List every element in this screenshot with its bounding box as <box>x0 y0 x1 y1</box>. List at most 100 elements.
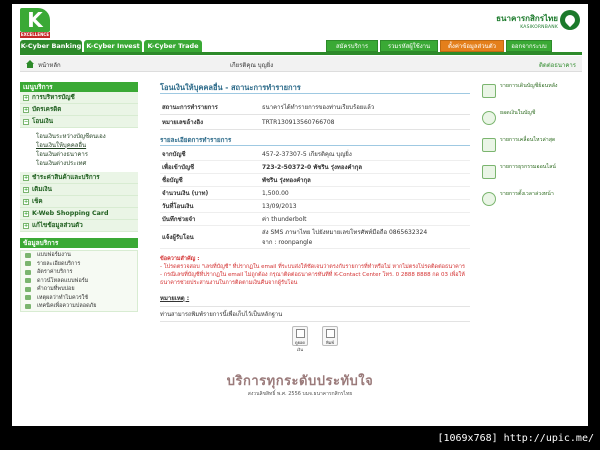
ref-value: TRTR130913560766708 <box>260 114 470 130</box>
quick-link-online[interactable]: รายการธุรกรรมออนไลน์ <box>482 163 582 185</box>
info-link-details[interactable]: รายละเอียดบริการ <box>21 260 137 269</box>
sidebar-item-k-web-shopping[interactable]: + K-Web Shopping Card <box>20 208 138 220</box>
view-balance-label: ดูยอดเงิน <box>295 340 305 352</box>
sidebar-item-label: เติมเงิน <box>32 186 52 193</box>
home-icon[interactable] <box>26 60 34 68</box>
sidebar-item-label: เช็ค <box>32 198 43 205</box>
status-label: สถานะการทำรายการ <box>160 100 260 115</box>
quick-link-statement[interactable]: รายการเดินบัญชีย้อนหลัง <box>482 82 582 104</box>
from-account-label: จากบัญชี <box>160 148 260 161</box>
page-title: โอนเงินให้บุคคลอื่น - สถานะการทำรายการ <box>160 82 470 94</box>
memo-label: บันทึกช่วยจำ <box>160 212 260 226</box>
info-link-label: เทคนิคเพื่อความปลอดภัย <box>37 303 97 309</box>
expand-icon: + <box>23 175 29 181</box>
table-row: แจ้งผู้รับโอน ส่ง SMS ภาษาไทย ไปยังหมายเ… <box>160 225 470 249</box>
view-balance-button[interactable]: ดูยอดเงิน <box>292 326 308 352</box>
info-link-fees[interactable]: อัตราค่าบริการ <box>21 268 137 277</box>
remark-text: ท่านสามารถพิมพ์รายการนี้เพื่อเก็บไว้เป็น… <box>160 306 470 322</box>
quick-link-label: รายการเคลื่อนไหวล่าสุด <box>500 137 556 143</box>
notify-from: จาก : roonpangle <box>262 239 313 246</box>
main-content: โอนเงินให้บุคคลอื่น - สถานะการทำรายการ ส… <box>160 82 470 322</box>
sidebar-subitem-own-account[interactable]: โอนเงินระหว่างบัญชีตนเอง <box>20 132 138 141</box>
quick-link-label: ยอดเงินในบัญชี <box>500 110 536 116</box>
sidebar-item-label: การบริหารบัญชี <box>32 94 75 101</box>
transfer-date-label: วันที่โอนเงิน <box>160 199 260 213</box>
left-sidebar: เมนูบริการ + การบริหารบัญชี + บัตรเครดิต −… <box>20 82 138 312</box>
sub-bar: หน้าหลัก เกียรติคุณ บุญยิ่ง ติดต่อธนาคาร <box>20 56 582 72</box>
expand-icon: + <box>23 187 29 193</box>
kbank-excellence-logo[interactable]: K EXCELLENCE <box>20 8 50 38</box>
sidebar-item-edit-profile[interactable]: + แก้ไขข้อมูลส่วนตัว <box>20 220 138 232</box>
detail-section-title: รายละเอียดการทำรายการ <box>160 136 470 146</box>
bank-page: K EXCELLENCE ธนาคารกสิกรไทย KASIKORNBANK… <box>12 4 588 426</box>
calendar-icon <box>482 84 496 98</box>
table-row: บันทึกช่วยจำ ค่า thunderbolt <box>160 212 470 226</box>
info-icon <box>25 261 31 266</box>
collapse-icon: − <box>23 119 29 125</box>
magnifier-icon <box>296 329 305 338</box>
info-link-form[interactable]: แบบฟอร์มงาน <box>21 251 137 260</box>
tab-k-cyber-banking[interactable]: K-Cyber Banking <box>20 40 82 52</box>
sidebar-item-credit-card[interactable]: + บัตรเครดิต <box>20 104 138 116</box>
print-button[interactable]: พิมพ์ <box>322 326 338 346</box>
sidebar-item-label: ชำระค่าสินค้าและบริการ <box>32 174 100 181</box>
notes-heading: ข้อความสำคัญ : <box>160 256 200 262</box>
bank-name-en: KASIKORNBANK <box>520 25 558 30</box>
sidebar-item-top-up[interactable]: + เติมเงิน <box>20 184 138 196</box>
contact-bank-link[interactable]: ติดต่อธนาคาร <box>539 60 576 70</box>
account-name-label: ชื่อบัญชี <box>160 173 260 187</box>
notify-value: ส่ง SMS ภาษาไทย ไปยังหมายเลขโทรศัพท์มือถ… <box>260 225 470 249</box>
memo-value: ค่า thunderbolt <box>260 212 470 226</box>
sidebar-item-cheque[interactable]: + เช็ค <box>20 196 138 208</box>
sidebar-item-label: โอนเงิน <box>32 118 53 125</box>
table-row: ชื่อบัญชี พัชริน รุ่งทองคำกุล <box>160 173 470 187</box>
bank-name: ธนาคารกสิกรไทย KASIKORNBANK <box>488 12 558 30</box>
quick-link-balance[interactable]: ยอดเงินในบัญชี <box>482 109 582 131</box>
lock-icon <box>25 303 31 309</box>
quick-link-scheduled[interactable]: รายการตั้งเวลาล่วงหน้า <box>482 190 582 212</box>
table-row: วันที่โอนเงิน 13/09/2013 <box>160 199 470 213</box>
clock-icon <box>482 192 496 206</box>
quick-link-recent[interactable]: รายการเคลื่อนไหวล่าสุด <box>482 136 582 158</box>
table-row: เพื่อเข้าบัญชี 723-2-50372-0 พัชริน รุ่งท… <box>160 160 470 174</box>
service-info-list: แบบฟอร์มงาน รายละเอียดบริการ อัตราค่าบริ… <box>20 250 138 312</box>
printer-icon <box>326 329 335 338</box>
sidebar-item-transfer[interactable]: − โอนเงิน <box>20 116 138 128</box>
tab-k-cyber-invest[interactable]: K-Cyber Invest <box>84 40 142 52</box>
right-sidebar: รายการเดินบัญชีย้อนหลัง ยอดเงินในบัญชี ร… <box>482 82 582 217</box>
download-icon <box>25 278 31 283</box>
info-link-download[interactable]: ดาวน์โหลดแบบฟอร์ม <box>21 277 137 286</box>
profile-settings-button[interactable]: ตั้งค่าข้อมูลส่วนตัว <box>440 40 504 52</box>
info-link-faq[interactable]: คำถามที่พบบ่อย <box>21 285 137 294</box>
sidebar-item-label: แก้ไขข้อมูลส่วนตัว <box>32 222 83 229</box>
home-link[interactable]: หน้าหลัก <box>38 60 61 70</box>
screenshot-frame: K EXCELLENCE ธนาคารกสิกรไทย KASIKORNBANK… <box>0 0 600 450</box>
sidebar-item-account-management[interactable]: + การบริหารบัญชี <box>20 92 138 104</box>
expand-icon: + <box>23 223 29 229</box>
lightbulb-icon <box>25 295 31 300</box>
sidebar-subitem-other-person[interactable]: โอนเงินให้บุคคลอื่น <box>20 141 138 150</box>
table-row: สถานะการทำรายการ ธนาคารได้ทำรายการของท่า… <box>160 100 470 115</box>
info-link-security[interactable]: เทคนิคเพื่อความปลอดภัย <box>21 302 137 311</box>
logo-sub: EXCELLENCE <box>20 32 50 38</box>
kasikorn-leaf-icon <box>560 10 580 30</box>
info-link-why[interactable]: เหตุผลว่าทำไมควรใช้ <box>21 294 137 303</box>
info-link-label: คำถามที่พบบ่อย <box>37 286 75 292</box>
user-id-button[interactable]: รวมรหัสผู้ใช้งาน <box>380 40 438 52</box>
note-line: - กรณีเลขที่บัญชีที่ปรากฏใน email ไม่ถูก… <box>160 272 465 286</box>
info-link-label: ดาวน์โหลดแบบฟอร์ม <box>37 277 89 284</box>
sidebar-item-label: K-Web Shopping Card <box>32 210 109 217</box>
action-buttons: ดูยอดเงิน พิมพ์ <box>162 326 338 352</box>
sidebar-subitem-international[interactable]: โอนเงินต่างประเทศ <box>20 159 138 168</box>
sidebar-subitem-other-bank[interactable]: โอนเงินต่างธนาคาร <box>20 150 138 159</box>
top-navigation: K-Cyber Banking K-Cyber Invest K-Cyber T… <box>20 40 582 52</box>
logout-button[interactable]: ออกจากระบบ <box>506 40 552 52</box>
info-link-label: แบบฟอร์มงาน <box>37 252 71 258</box>
remark-heading: หมายเหตุ : <box>160 295 190 302</box>
sidebar-item-bill-payment[interactable]: + ชำระค่าสินค้าและบริการ <box>20 172 138 184</box>
register-service-button[interactable]: สมัครบริการ <box>326 40 378 52</box>
expand-icon: + <box>23 199 29 205</box>
important-notes: ข้อความสำคัญ : - โปรดตรวจสอบ "เลขที่บัญช… <box>160 255 470 287</box>
tab-k-cyber-trade[interactable]: K-Cyber Trade <box>144 40 202 52</box>
table-row: จำนวนเงิน (บาท) 1,500.00 <box>160 186 470 200</box>
